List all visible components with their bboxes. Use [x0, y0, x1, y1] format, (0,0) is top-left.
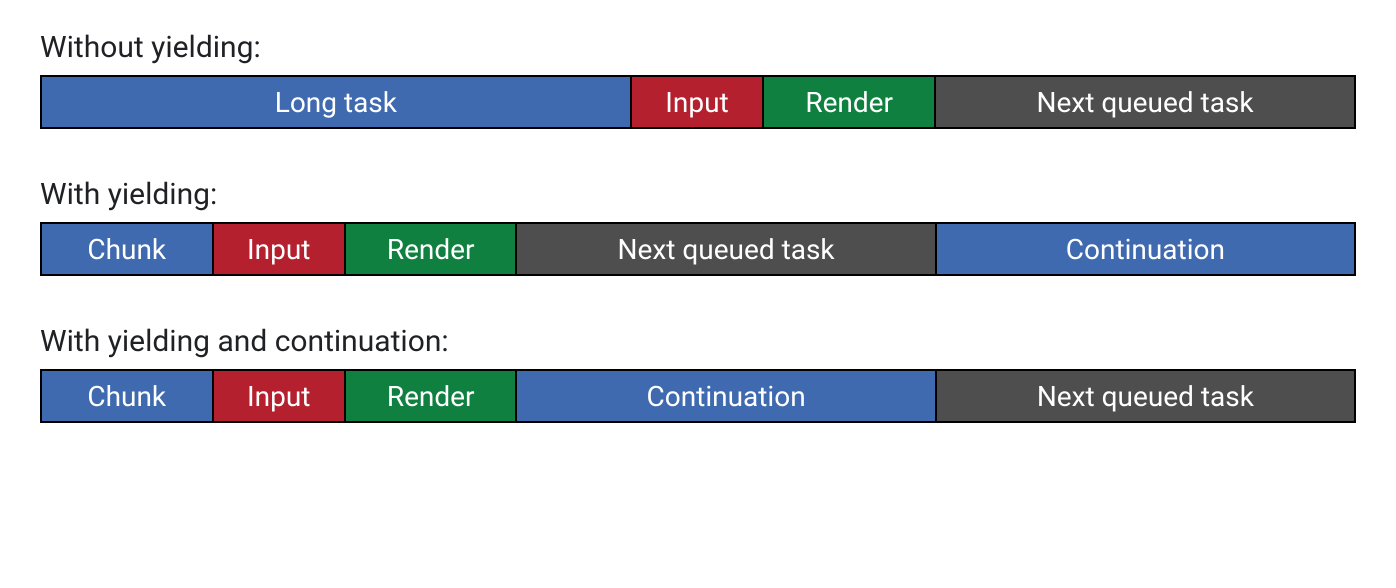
segment-render: Render [344, 222, 518, 276]
segment-input: Input [212, 369, 346, 423]
segment-chunk: Chunk [40, 369, 214, 423]
row-title: With yielding: [40, 177, 1356, 212]
segment-render: Render [344, 369, 518, 423]
segment-next-queued-task: Next queued task [935, 369, 1356, 423]
task-bar: Chunk Input Render Continuation Next que… [40, 369, 1356, 423]
row-title: With yielding and continuation: [40, 324, 1356, 359]
segment-input: Input [212, 222, 346, 276]
diagram-row-without-yielding: Without yielding: Long task Input Render… [40, 30, 1356, 129]
task-bar: Chunk Input Render Next queued task Cont… [40, 222, 1356, 276]
segment-render: Render [762, 75, 936, 129]
segment-long-task: Long task [40, 75, 632, 129]
task-bar: Long task Input Render Next queued task [40, 75, 1356, 129]
segment-chunk: Chunk [40, 222, 214, 276]
segment-next-queued-task: Next queued task [515, 222, 936, 276]
segment-continuation: Continuation [515, 369, 936, 423]
diagram-row-with-yielding-and-continuation: With yielding and continuation: Chunk In… [40, 324, 1356, 423]
segment-next-queued-task: Next queued task [934, 75, 1356, 129]
diagram-row-with-yielding: With yielding: Chunk Input Render Next q… [40, 177, 1356, 276]
segment-input: Input [630, 75, 765, 129]
row-title: Without yielding: [40, 30, 1356, 65]
segment-continuation: Continuation [935, 222, 1356, 276]
